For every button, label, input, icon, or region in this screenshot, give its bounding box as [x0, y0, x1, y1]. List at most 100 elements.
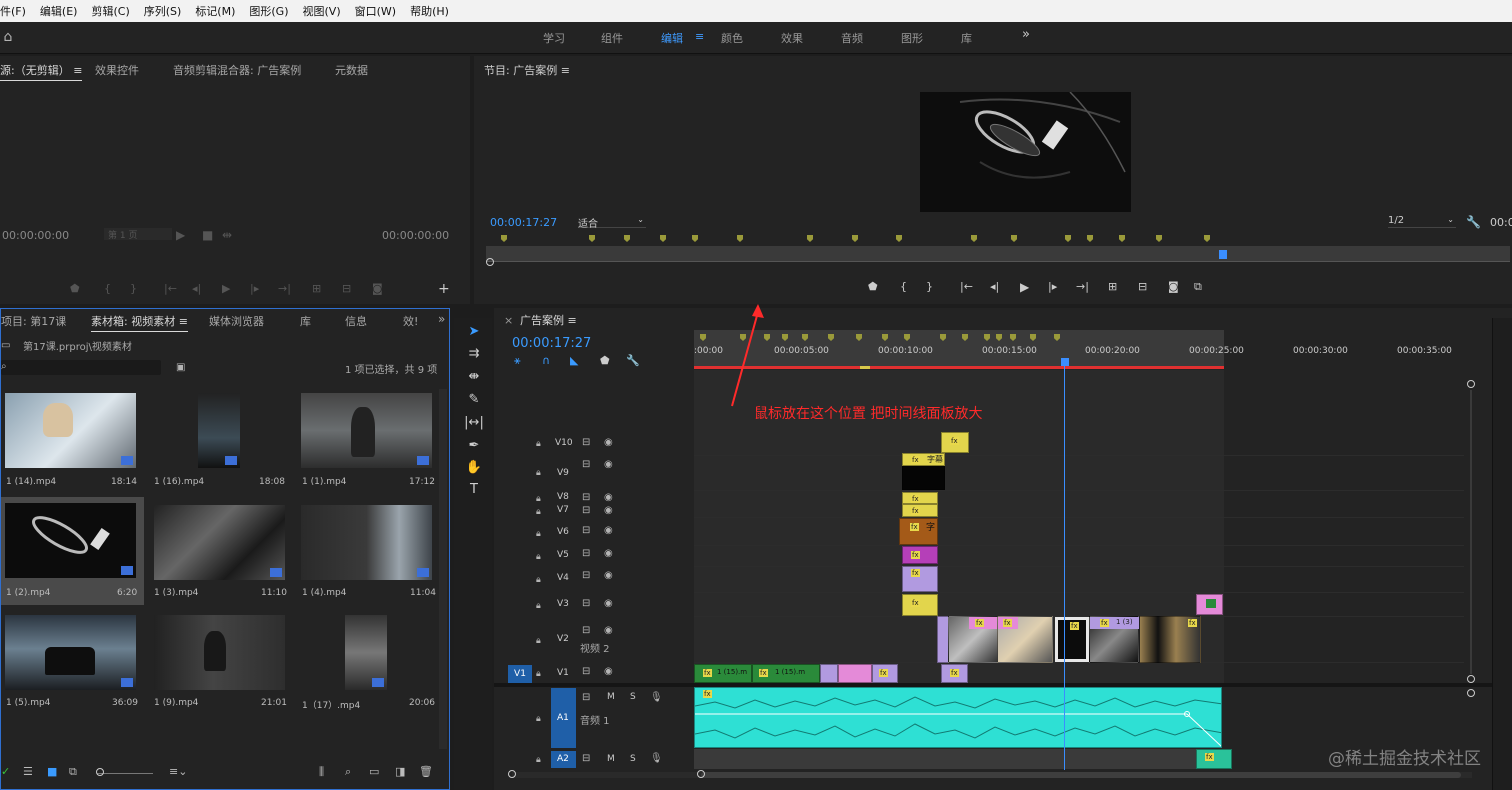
vertical-zoom-handle[interactable] [1467, 380, 1475, 388]
export-frame-icon[interactable]: ◙ [1168, 280, 1179, 293]
clip-thumbnail[interactable] [5, 615, 136, 690]
program-marker[interactable] [501, 235, 507, 242]
menu-file[interactable]: 件(F) [0, 3, 33, 19]
horizontal-zoom-handle[interactable] [697, 770, 705, 778]
workspace-graphics[interactable]: 图形 [901, 30, 923, 46]
program-marker[interactable] [737, 235, 743, 242]
workspace-editing[interactable]: 编辑 [661, 30, 683, 46]
menu-marker[interactable]: 标记(M) [188, 3, 242, 19]
go-to-in-icon[interactable]: |← [960, 280, 973, 293]
clip-thumbnail[interactable] [301, 393, 432, 468]
eye-icon[interactable]: ◉ [604, 569, 613, 583]
new-bin-icon[interactable]: ▭ [369, 765, 379, 778]
lock-icon[interactable]: 🔒︎ [536, 492, 541, 506]
program-marker[interactable] [1065, 235, 1071, 242]
sync-icon[interactable]: ⊟ [582, 504, 590, 518]
ripple-edit-tool-icon[interactable]: ⇼ [464, 369, 484, 387]
audio-clip[interactable]: fx [694, 687, 1222, 748]
lock-icon[interactable]: 🔒︎ [536, 712, 541, 726]
eye-icon[interactable]: ◉ [604, 547, 613, 561]
timeline-clip[interactable] [1196, 594, 1223, 615]
automate-icon[interactable]: ⫼ [319, 765, 324, 779]
timeline-clip[interactable]: fx 1 (3) [1089, 616, 1140, 663]
timeline-close-icon[interactable]: × [504, 314, 513, 327]
vertical-zoom-handle[interactable] [1467, 689, 1475, 697]
workspace-effects[interactable]: 效果 [781, 30, 803, 46]
insert-icon[interactable]: ⊞ [312, 282, 321, 295]
zoom-slider-handle[interactable] [96, 768, 104, 776]
lock-icon[interactable]: 🔒︎ [536, 667, 541, 681]
slip-tool-icon[interactable]: |↔| [464, 415, 484, 433]
workspace-learn[interactable]: 学习 [543, 30, 565, 46]
program-marker[interactable] [971, 235, 977, 242]
program-marker[interactable] [1087, 235, 1093, 242]
timeline-clip[interactable] [838, 664, 872, 683]
microphone-icon[interactable]: 🎙︎ [650, 752, 663, 766]
timeline-playhead-head[interactable] [1061, 358, 1069, 366]
insert-sequence-icon[interactable]: ⚹ [514, 354, 521, 368]
timeline-clip[interactable]: fx [902, 566, 938, 592]
program-scrub-bar[interactable] [486, 246, 1510, 262]
step-forward-icon[interactable]: |▸ [250, 282, 259, 295]
clip-thumbnail[interactable] [345, 615, 387, 690]
clip-thumbnail[interactable] [5, 393, 136, 468]
source-page-select[interactable]: 第 1 页 [104, 228, 172, 241]
program-marker[interactable] [1156, 235, 1162, 242]
timeline-clip[interactable]: fx 1 (15).m [752, 664, 820, 683]
tab-effects[interactable]: 效! [403, 313, 418, 329]
clip-thumbnail[interactable] [154, 615, 285, 690]
zoom-slider[interactable] [97, 773, 153, 774]
program-timecode[interactable]: 00:00:17:27 [490, 216, 557, 229]
tab-metadata[interactable]: 元数据 [335, 62, 368, 78]
workspace-assembly[interactable]: 组件 [601, 30, 623, 46]
tab-effect-controls[interactable]: 效果控件 [95, 62, 139, 78]
menu-clip[interactable]: 剪辑(C) [84, 3, 136, 19]
linked-selection-icon[interactable]: ◣ [570, 354, 578, 367]
pencil-icon[interactable]: ✓ [1, 765, 10, 778]
eye-icon[interactable]: ◉ [604, 624, 613, 638]
menu-graphics[interactable]: 图形(G) [242, 3, 295, 19]
timeline-clip[interactable]: fx [1139, 616, 1201, 663]
timeline-clip[interactable]: fx [902, 594, 938, 616]
lock-icon[interactable]: 🔒︎ [536, 550, 541, 564]
step-back-icon[interactable]: ◂| [192, 282, 201, 295]
project-scrollbar[interactable] [439, 389, 447, 749]
eye-icon[interactable]: ◉ [604, 458, 613, 472]
selection-tool-icon[interactable]: ➤ [464, 324, 484, 342]
clip-thumbnail[interactable] [198, 393, 240, 468]
workspace-more-icon[interactable]: » [1022, 27, 1030, 42]
program-marker[interactable] [1204, 235, 1210, 242]
export-frame-icon[interactable]: ◙ [372, 282, 383, 295]
clip-thumbnail[interactable] [154, 505, 285, 580]
lock-icon[interactable]: 🔒︎ [536, 599, 541, 613]
find-icon[interactable]: ⌕ [345, 765, 351, 779]
eye-icon[interactable]: ◉ [604, 491, 613, 505]
tab-bin[interactable]: 素材箱: 视频素材 ≡ [91, 313, 188, 332]
menu-view[interactable]: 视图(V) [296, 3, 348, 19]
workspace-audio[interactable]: 音频 [841, 30, 863, 46]
pen-tool-icon[interactable]: ✒ [464, 438, 484, 456]
lock-icon[interactable]: 🔒︎ [536, 573, 541, 587]
program-marker[interactable] [852, 235, 858, 242]
eye-icon[interactable]: ◉ [604, 436, 613, 450]
timeline-clip-selected[interactable]: fx [1055, 617, 1089, 662]
timeline-clip[interactable] [902, 466, 945, 490]
timeline-clip[interactable]: fx [902, 492, 938, 504]
resolution-select[interactable]: 1/2 ⌄ [1388, 215, 1456, 228]
timeline-clip[interactable]: fx 字 [899, 518, 938, 545]
program-marker[interactable] [807, 235, 813, 242]
overwrite-icon[interactable]: ⊟ [342, 282, 351, 295]
sync-icon[interactable]: ⊟ [582, 665, 590, 679]
tab-source[interactable]: 源:（无剪辑） ≡ [0, 62, 83, 81]
mute-button[interactable]: M [607, 692, 615, 702]
timeline-clip[interactable]: fx [902, 504, 938, 517]
menu-sequence[interactable]: 序列(S) [137, 3, 189, 19]
go-to-out-icon[interactable]: →| [278, 282, 291, 295]
panel-overflow-icon[interactable]: » [438, 312, 445, 326]
sync-icon[interactable]: ⊟ [582, 752, 590, 766]
eye-icon[interactable]: ◉ [604, 665, 613, 679]
list-view-icon[interactable]: ☰ [23, 765, 33, 778]
eye-icon[interactable]: ◉ [604, 597, 613, 611]
timeline-clip[interactable]: fx [941, 432, 969, 453]
razor-tool-icon[interactable]: ✎ [464, 392, 484, 410]
